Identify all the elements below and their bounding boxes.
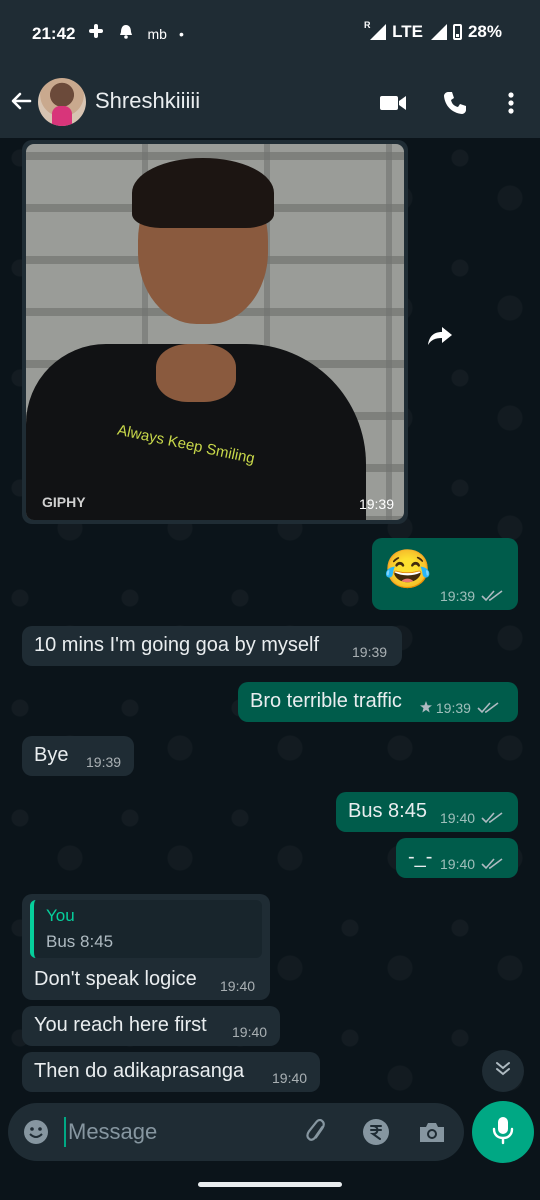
star-icon xyxy=(420,700,432,716)
message-text: You reach here first xyxy=(34,1014,207,1036)
incoming-message-with-reply[interactable]: You Bus 8:45 Don't speak logice 19:40 xyxy=(22,894,270,1000)
avatar[interactable] xyxy=(38,78,86,126)
system-nav-bar xyxy=(0,1166,540,1200)
message-time: 19:39 xyxy=(352,644,388,660)
message-text: Then do adikaprasanga xyxy=(34,1060,245,1082)
paperclip-icon[interactable] xyxy=(304,1118,332,1146)
double-check-icon xyxy=(481,811,503,827)
message-time: 19:39 xyxy=(358,496,394,512)
incoming-message[interactable]: Bye 19:39 xyxy=(22,736,134,776)
carrier-label: mb xyxy=(147,25,167,42)
message-text: Bro terrible traffic xyxy=(250,690,402,712)
scroll-to-bottom-button[interactable] xyxy=(482,1050,524,1092)
double-check-icon xyxy=(477,701,499,717)
message-time: 19:40 xyxy=(440,856,476,872)
incoming-message[interactable]: 10 mins I'm going goa by myself 19:39 xyxy=(22,626,402,666)
gif-image: Always Keep Smiling GIPHY 19:39 xyxy=(26,144,404,520)
incoming-message[interactable]: You reach here first 19:40 xyxy=(22,1006,280,1046)
message-time: 19:40 xyxy=(440,810,476,826)
message-composer xyxy=(8,1103,464,1161)
battery-icon xyxy=(452,24,462,40)
message-meta: 19:40 xyxy=(440,810,503,827)
message-text: 10 mins I'm going goa by myself xyxy=(34,634,320,656)
chevron-double-down-icon xyxy=(494,1061,512,1082)
gif-message[interactable]: Always Keep Smiling GIPHY 19:39 xyxy=(22,140,408,524)
status-right: LTE 28% xyxy=(368,22,502,42)
camera-icon[interactable] xyxy=(418,1118,446,1146)
quote-author: You xyxy=(46,906,75,925)
quoted-message[interactable]: You Bus 8:45 xyxy=(30,900,262,958)
contact-name[interactable]: Shreshkiiiii xyxy=(95,88,200,114)
forward-icon[interactable] xyxy=(420,316,460,356)
outgoing-message[interactable]: Bro terrible traffic 19:39 xyxy=(238,682,518,722)
outgoing-message[interactable]: -_- 19:40 xyxy=(396,838,518,878)
outgoing-message[interactable]: 😂 19:39 xyxy=(372,538,518,610)
message-input[interactable] xyxy=(64,1117,294,1147)
message-time: 19:40 xyxy=(232,1024,268,1040)
signal-icon xyxy=(368,24,387,40)
alarm-icon xyxy=(117,22,135,45)
double-check-icon xyxy=(481,589,503,605)
message-time: 19:39 xyxy=(435,700,471,716)
message-meta: 19:39 xyxy=(420,700,499,717)
message-text: 😂 xyxy=(384,549,432,591)
chat-header: Shreshkiiiii xyxy=(0,66,540,138)
message-time: 19:39 xyxy=(86,754,122,770)
microphone-icon xyxy=(491,1115,515,1150)
message-text: -_- xyxy=(408,846,433,868)
double-check-icon xyxy=(481,857,503,873)
chat-area[interactable]: Always Keep Smiling GIPHY 19:39 😂 19:39 … xyxy=(0,138,540,1100)
message-text: Don't speak logice xyxy=(34,968,197,990)
message-meta: 19:39 xyxy=(440,588,503,605)
outgoing-message[interactable]: Bus 8:45 19:40 xyxy=(336,792,518,832)
more-vertical-icon[interactable] xyxy=(496,88,526,118)
status-bar: 21:42 mb • R LTE 28% xyxy=(0,0,540,66)
signal-icon-2 xyxy=(429,24,447,40)
notification-dot: • xyxy=(178,25,184,42)
message-time: 19:40 xyxy=(272,1070,308,1086)
emoji-icon[interactable] xyxy=(22,1118,50,1146)
microphone-button[interactable] xyxy=(472,1101,534,1163)
rupee-icon[interactable] xyxy=(362,1118,390,1146)
phone-icon[interactable] xyxy=(440,88,470,118)
home-gesture-bar[interactable] xyxy=(198,1182,342,1187)
message-text: Bus 8:45 xyxy=(348,800,427,822)
message-meta: 19:40 xyxy=(440,856,503,873)
video-camera-icon[interactable] xyxy=(378,88,408,118)
arrow-left-icon[interactable] xyxy=(8,88,36,116)
battery-level: 28% xyxy=(467,22,502,41)
status-time: 21:42 xyxy=(32,23,76,43)
slack-icon xyxy=(87,22,105,45)
message-time: 19:39 xyxy=(440,588,476,604)
incoming-message[interactable]: Then do adikaprasanga 19:40 xyxy=(22,1052,320,1092)
message-time: 19:40 xyxy=(220,978,256,994)
network-type: LTE xyxy=(392,22,423,41)
giphy-watermark: GIPHY xyxy=(42,494,86,510)
status-left: 21:42 mb • xyxy=(32,22,184,45)
message-text: Bye xyxy=(34,744,69,766)
quote-text: Bus 8:45 xyxy=(46,932,114,951)
